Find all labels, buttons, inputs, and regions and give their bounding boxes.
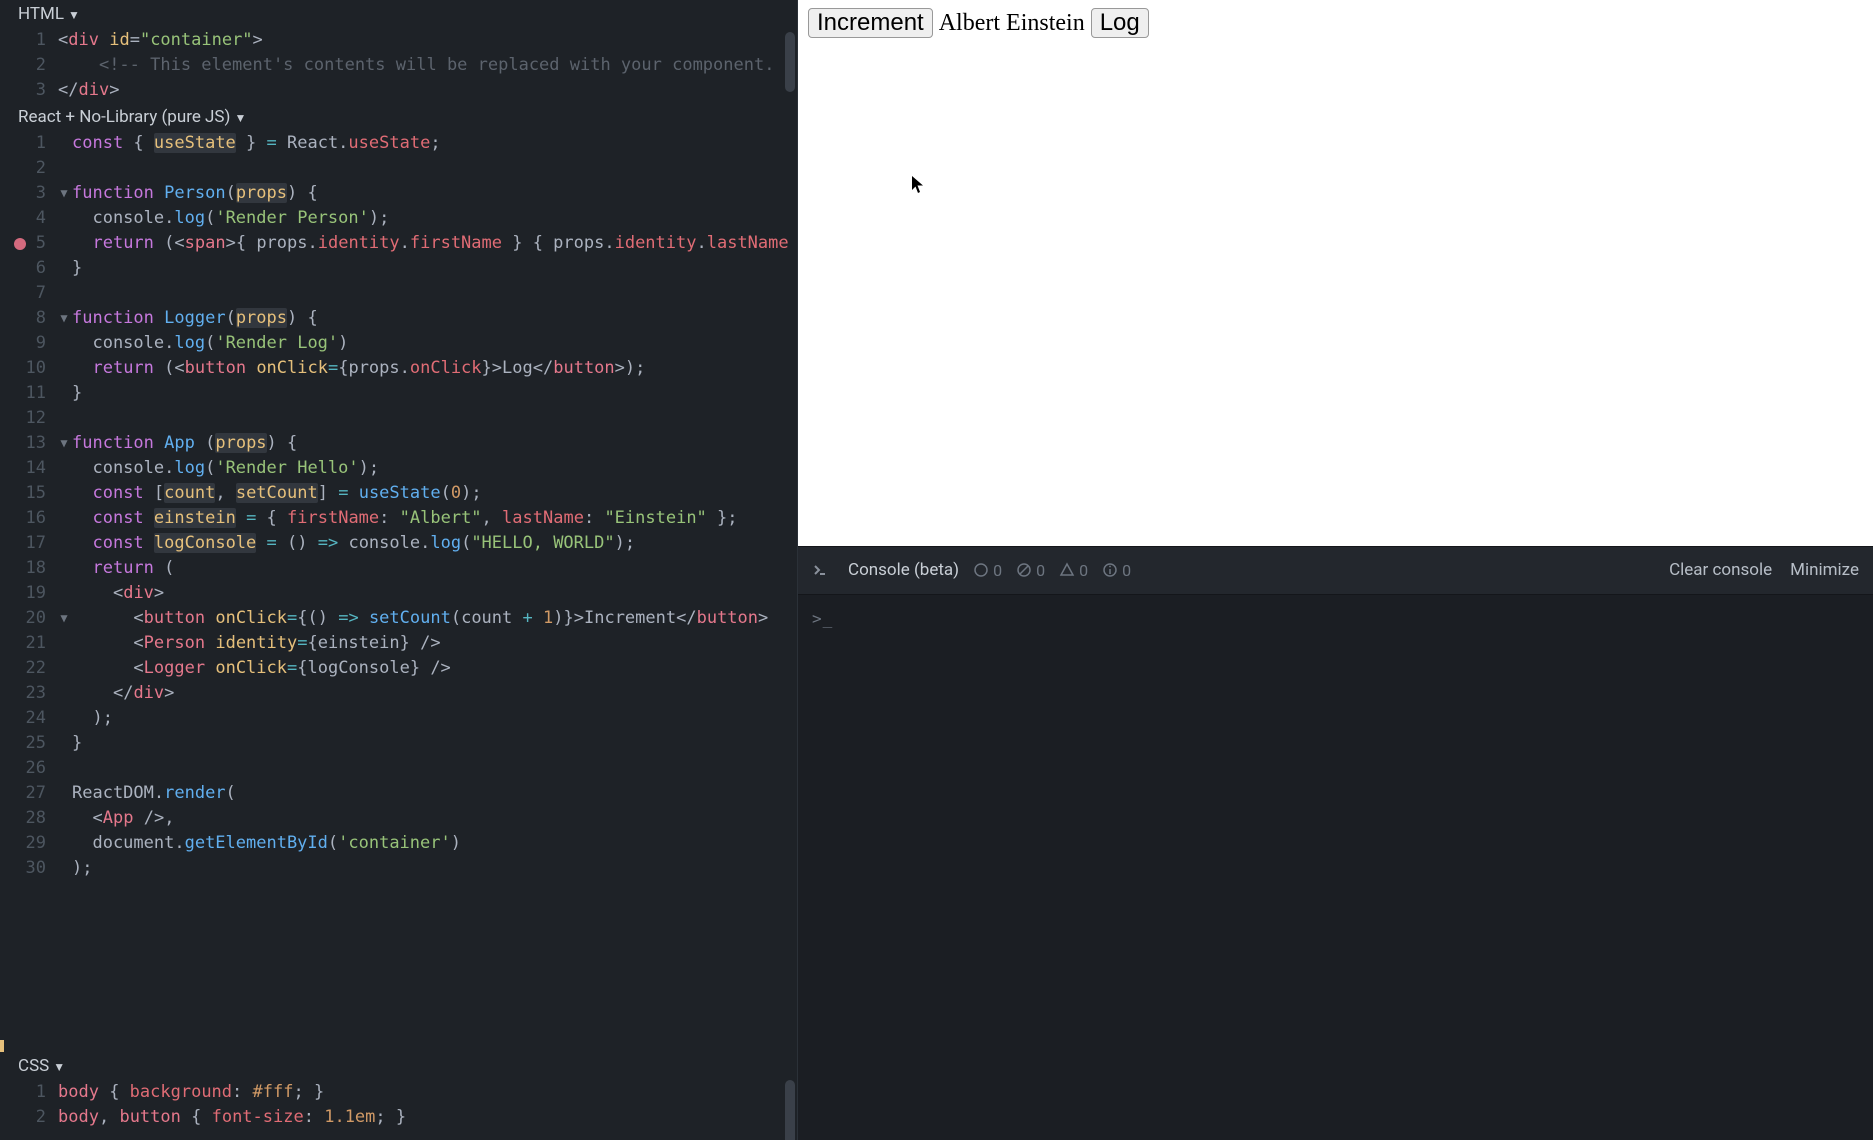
- log-count: 0: [973, 561, 1002, 580]
- console-title: Console (beta): [848, 560, 959, 580]
- increment-button[interactable]: Increment: [808, 8, 933, 38]
- gutter: 123: [0, 28, 58, 103]
- minimize-console-button[interactable]: Minimize: [1790, 560, 1859, 580]
- gutter: 1234567891011121314151617181920212223242…: [0, 131, 58, 1052]
- scrollbar[interactable]: [785, 32, 795, 92]
- info-icon: [1102, 562, 1118, 578]
- js-editor[interactable]: 1234567891011121314151617181920212223242…: [0, 131, 797, 1052]
- html-editor[interactable]: 123 <div id="container"> <!-- This eleme…: [0, 28, 797, 103]
- circle-icon: [973, 562, 989, 578]
- panel-header-css[interactable]: CSS ▼: [0, 1052, 797, 1080]
- panel-header-html[interactable]: HTML ▼: [0, 0, 797, 28]
- error-count: 0: [1016, 561, 1045, 580]
- console-prompt: >_: [812, 609, 833, 628]
- chevron-down-icon: ▼: [53, 1060, 65, 1074]
- code-area[interactable]: body { background: #fff; }body, button {…: [58, 1080, 797, 1140]
- info-count: 0: [1102, 561, 1131, 580]
- panel-title: CSS: [18, 1056, 49, 1076]
- console-body[interactable]: >_: [798, 595, 1873, 1140]
- gutter: 12: [0, 1080, 58, 1140]
- scrollbar[interactable]: [785, 1080, 795, 1140]
- person-name: Albert Einstein: [939, 10, 1085, 37]
- panel-title: HTML: [18, 4, 64, 24]
- editor-column: HTML ▼ 123 <div id="container"> <!-- Thi…: [0, 0, 798, 1140]
- console-header: Console (beta) 0 0 0: [798, 546, 1873, 595]
- panel-title: React + No-Library (pure JS): [18, 107, 230, 127]
- cursor-icon: [911, 175, 925, 200]
- warning-icon: [1059, 562, 1075, 578]
- preview-pane[interactable]: Increment Albert Einstein Log: [798, 0, 1873, 546]
- no-entry-icon: [1016, 562, 1032, 578]
- chevron-down-icon: ▼: [68, 8, 80, 22]
- edit-marker: [0, 1040, 4, 1052]
- chevron-down-icon: ▼: [234, 111, 246, 125]
- breakpoint-icon[interactable]: [14, 238, 26, 250]
- clear-console-button[interactable]: Clear console: [1669, 560, 1772, 580]
- right-column: Increment Albert Einstein Log Console (b…: [798, 0, 1873, 1140]
- code-area[interactable]: const { useState } = React.useState;func…: [58, 131, 797, 1052]
- console-counts: 0 0 0 0: [973, 561, 1131, 580]
- log-button[interactable]: Log: [1091, 8, 1149, 38]
- code-area[interactable]: <div id="container"> <!-- This element's…: [58, 28, 798, 103]
- panel-header-js[interactable]: React + No-Library (pure JS) ▼: [0, 103, 797, 131]
- warn-count: 0: [1059, 561, 1088, 580]
- css-editor[interactable]: 12 body { background: #fff; }body, butto…: [0, 1080, 797, 1140]
- prompt-icon: [812, 562, 828, 578]
